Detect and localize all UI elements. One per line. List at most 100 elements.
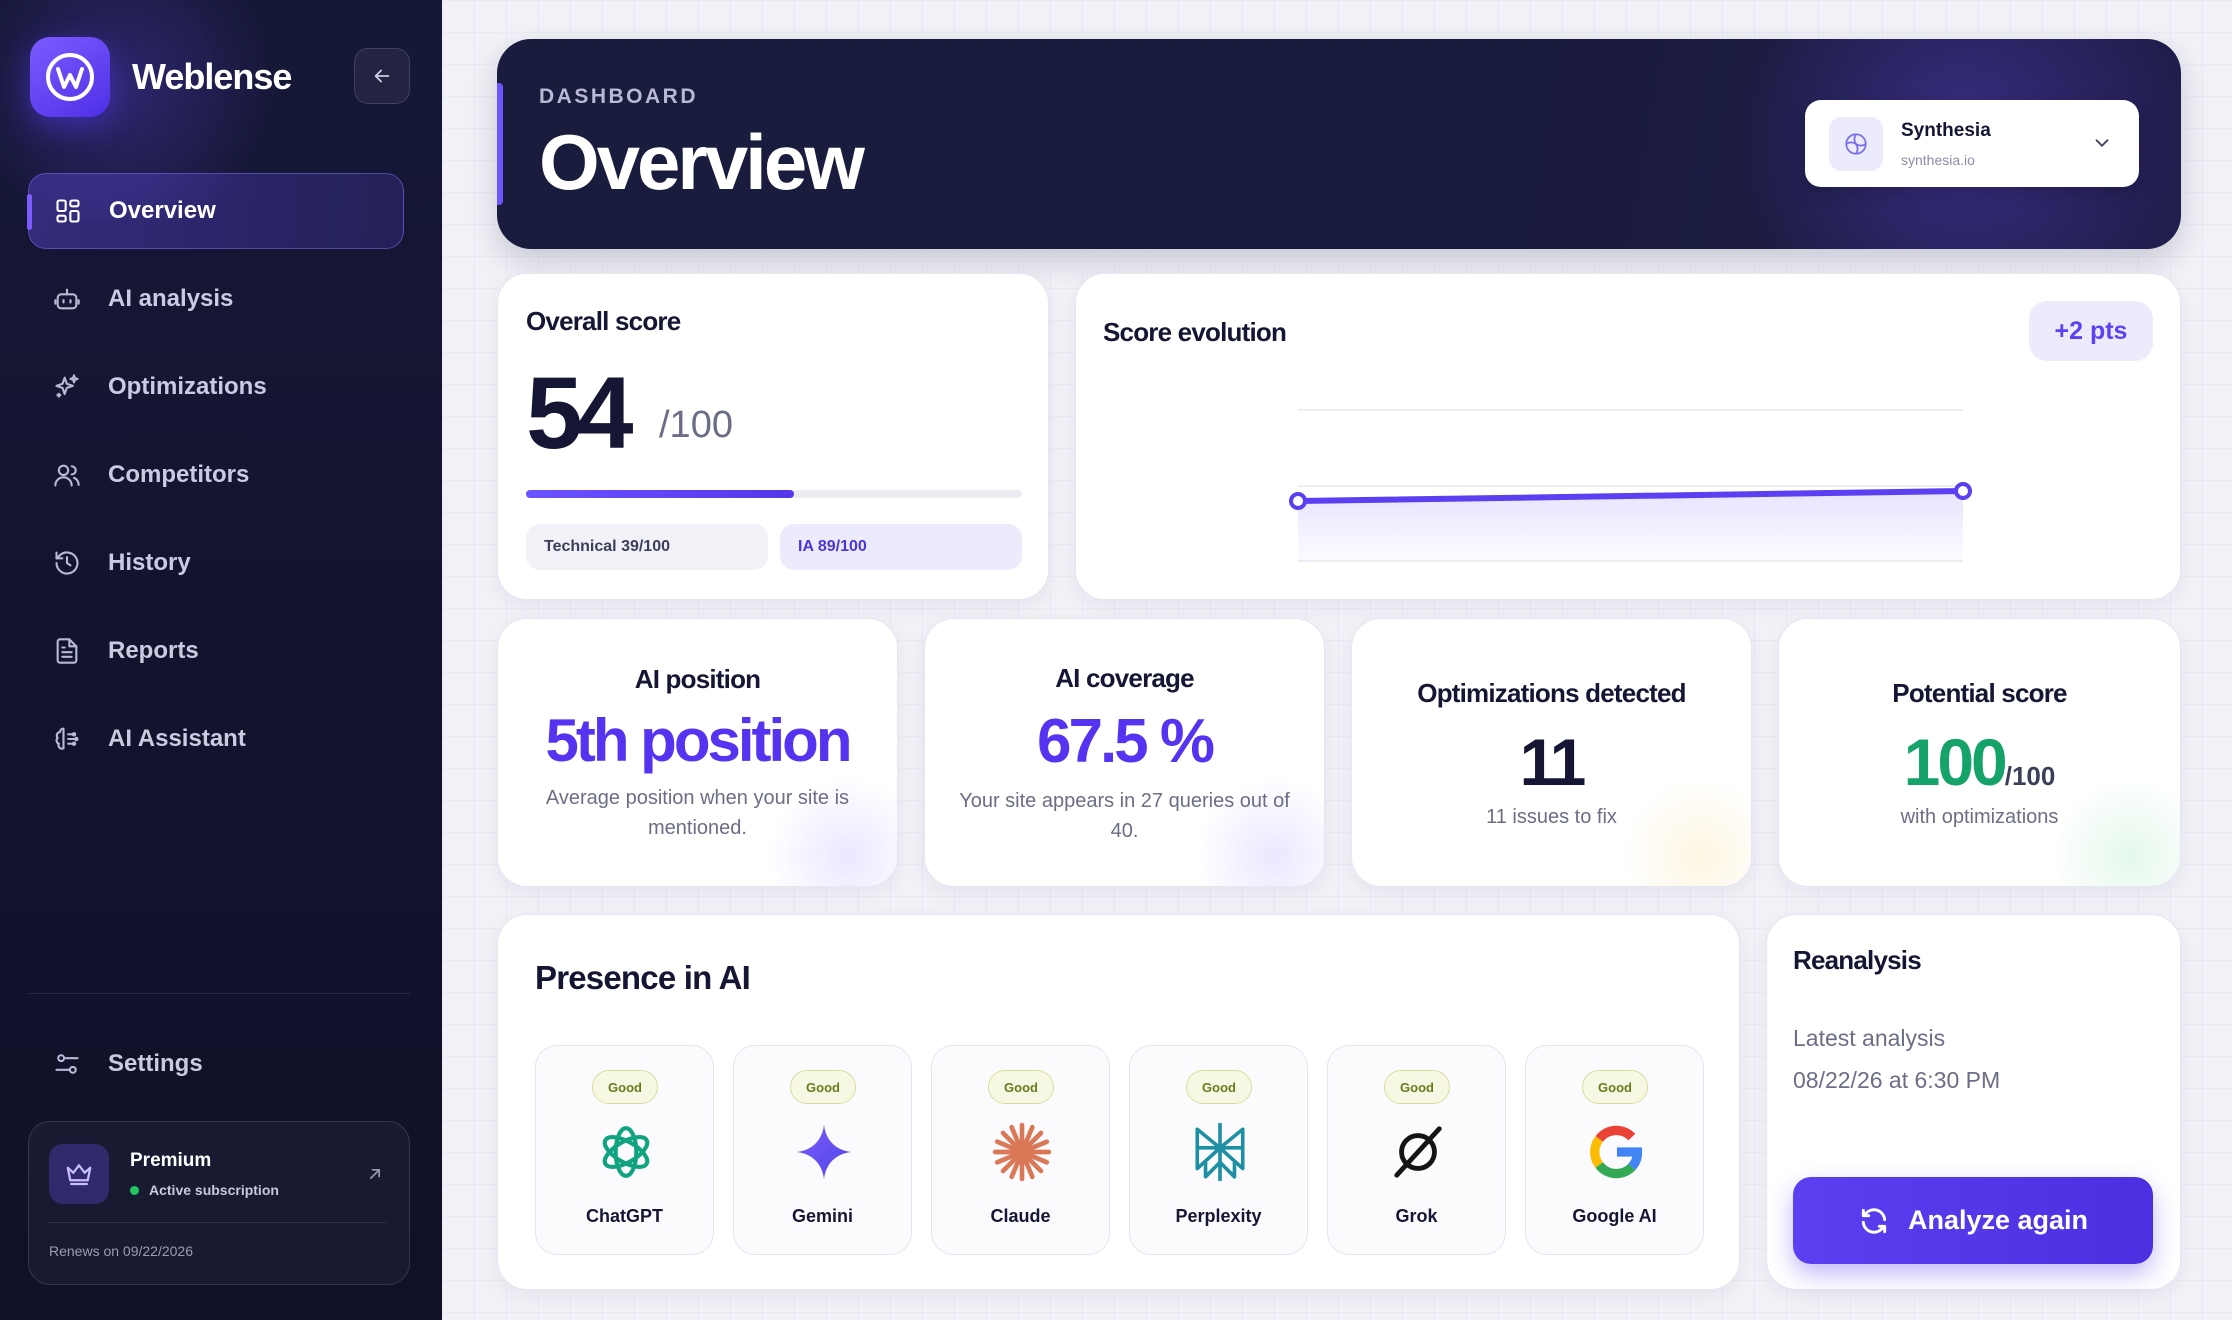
premium-card[interactable]: Premium Active subscription Renews on 09… [28,1121,410,1285]
sidebar-item-settings-wrap: Settings [28,1026,404,1114]
arrow-up-right-icon[interactable] [365,1164,385,1189]
metric-title: AI position [634,664,761,694]
sidebar-item-ai-assistant[interactable]: AI Assistant [28,701,404,777]
chatgpt-icon [594,1120,658,1184]
page-title: Overview [539,118,865,206]
sidebar-item-label: AI analysis [108,285,234,312]
chart-point[interactable] [1289,492,1307,510]
ai-engine-name: Perplexity [1175,1206,1262,1226]
metric-value: 67.5 % [1036,707,1215,776]
score-value: 54 [526,356,633,470]
google-icon [1584,1120,1648,1184]
ai-engine-card-gemini[interactable]: Good Gemini [733,1045,912,1255]
metric-value: 11 [1519,725,1587,799]
sidebar-item-overview[interactable]: Overview [27,173,404,249]
users-icon [52,460,82,490]
site-name: Synthesia [1901,120,1991,141]
ai-engine-name: ChatGPT [585,1206,663,1226]
sidebar-item-label: Overview [109,197,216,224]
claude-icon [990,1120,1054,1184]
status-badge: Good [1186,1070,1252,1104]
status-badge: Good [988,1070,1054,1104]
grid-icon [53,196,83,226]
subscription-status-text: Active subscription [149,1182,279,1198]
sidebar-item-history[interactable]: History [28,525,404,601]
subscription-status: Active subscription [130,1182,279,1198]
ai-engine-name: Google AI [1572,1206,1657,1226]
crown-icon [49,1144,109,1204]
analyze-again-label: Analyze again [1907,1205,2089,1235]
header-accent-bar [497,83,503,205]
status-dot [130,1185,139,1195]
sidebar-item-settings[interactable]: Settings [28,1026,404,1102]
score-denominator: /100 [659,404,733,446]
refresh-icon [1861,1207,1887,1234]
metric-description: with optimizations [1900,806,2059,828]
gemini-icon [792,1120,856,1184]
brand[interactable]: Weblense [30,37,292,117]
sliders-icon [52,1049,82,1079]
potential-score-card: Potential score 100/100 with optimizatio… [1778,618,2181,887]
sidebar-item-competitors[interactable]: Competitors [28,437,404,513]
collapse-sidebar-button[interactable] [354,48,410,104]
technical-score-badge: Technical 39/100 [526,524,768,570]
perplexity-icon [1188,1120,1252,1184]
sidebar-item-label: Settings [108,1050,203,1077]
metric-value: 5th position [545,707,853,774]
breadcrumb: DASHBOARD [539,85,698,108]
sidebar-item-optimizations[interactable]: Optimizations [28,349,404,425]
sidebar-divider [28,993,410,994]
ai-engines-list: Good ChatGPT Good Gemini Good Claude Goo… [535,1045,1705,1257]
sidebar-item-label: History [108,549,191,576]
metric-description: Average position when your site is menti… [545,787,850,839]
score-progress-fill [526,490,794,498]
card-title: Presence in AI [535,959,751,996]
card-title: Overall score [526,306,681,336]
ai-engine-name: Claude [990,1206,1051,1226]
card-title: Reanalysis [1793,945,1922,975]
sidebar: Weblense Overview AI analysis Optimizati… [0,0,442,1320]
status-badge: Good [1582,1070,1648,1104]
document-icon [52,636,82,666]
latest-analysis-date: 08/22/26 at 6:30 PM [1793,1067,2001,1093]
overall-score-card: Overall score 54 /100 Technical 39/100 I… [497,273,1049,600]
robot-icon [52,284,82,314]
grok-icon [1386,1120,1450,1184]
chart-point[interactable] [1954,482,1972,500]
premium-title: Premium [130,1150,212,1171]
ai-engine-card-google-ai[interactable]: Good Google AI [1525,1045,1704,1255]
site-selector[interactable]: Synthesia synthesia.io [1805,100,2139,187]
ai-position-card: AI position 5th position Average positio… [497,618,898,887]
ai-engine-card-chatgpt[interactable]: Good ChatGPT [535,1045,714,1255]
ai-engine-card-claude[interactable]: Good Claude [931,1045,1110,1255]
presence-in-ai-card: Presence in AI Good ChatGPT Good Gemini [497,914,1740,1290]
ai-engine-name: Grok [1395,1206,1438,1226]
brain-icon [52,724,82,754]
metric-description: 11 issues to fix [1486,806,1617,828]
ai-engine-card-grok[interactable]: Good Grok [1327,1045,1506,1255]
optimizations-card: Optimizations detected 11 11 issues to f… [1351,618,1752,887]
sidebar-item-ai-analysis[interactable]: AI analysis [28,261,404,337]
ai-coverage-card: AI coverage 67.5 % Your site appears in … [924,618,1325,887]
metric-value-wrap: 100/100 [1779,729,2180,795]
sidebar-item-label: AI Assistant [108,725,246,752]
arrow-left-icon [374,69,390,83]
metric-description: Your site appears in 27 queries out of 4… [959,790,1290,842]
metric-title: Optimizations detected [1417,678,1686,708]
ia-score-badge: IA 89/100 [780,524,1022,570]
latest-analysis-label: Latest analysis [1793,1025,1946,1051]
brand-name: Weblense [132,56,292,97]
ai-engine-card-perplexity[interactable]: Good Perplexity [1129,1045,1308,1255]
sidebar-item-label: Competitors [108,461,250,488]
score-evolution-chart [1289,409,1972,562]
sidebar-nav: Overview AI analysis Optimizations Compe… [27,173,404,789]
metric-denominator: /100 [2004,761,2056,791]
status-badge: Good [1384,1070,1450,1104]
score-evolution-card: Score evolution +2 pts [1075,273,2181,600]
sparkles-icon [52,372,82,402]
metric-title: Potential score [1892,678,2067,708]
analyze-again-button[interactable]: Analyze again [1793,1177,2153,1264]
sidebar-item-label: Reports [108,637,199,664]
score-progress-bar [526,490,1022,498]
sidebar-item-reports[interactable]: Reports [28,613,404,689]
